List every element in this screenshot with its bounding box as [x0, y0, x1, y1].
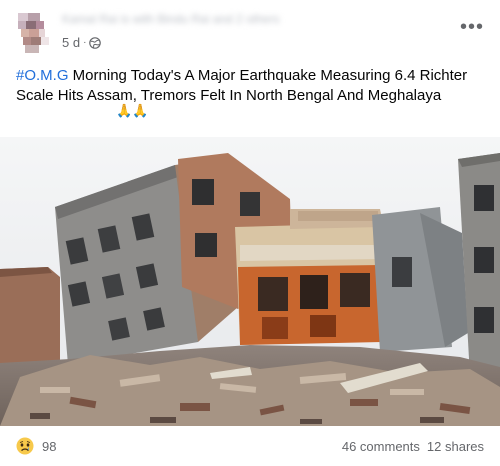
praying-hands-emoji: 🙏🙏 — [116, 103, 149, 118]
globe-icon — [89, 36, 102, 49]
post-photo[interactable] — [0, 137, 500, 426]
shares-count[interactable]: 12 shares — [427, 439, 484, 454]
post-text: #O.M.G Morning Today's A Major Earthquak… — [16, 66, 486, 106]
engagement-counts: 46 comments 12 shares — [342, 439, 484, 454]
separator: · — [83, 37, 87, 48]
comments-count[interactable]: 46 comments — [342, 439, 420, 454]
post-time[interactable]: 5 d — [62, 35, 80, 50]
sad-reaction-icon — [16, 437, 34, 455]
author-name[interactable]: Kamal Rai is with Bindu Rai and 2 others — [62, 12, 338, 26]
post-header: Kamal Rai is with Bindu Rai and 2 others… — [0, 0, 500, 58]
avatar[interactable] — [13, 13, 53, 53]
reaction-count: 98 — [42, 438, 57, 454]
post-meta: 5 d · — [62, 35, 102, 50]
reactions-summary[interactable]: 98 — [16, 437, 56, 455]
hashtag-link[interactable]: #O.M.G — [16, 67, 69, 84]
post-footer: 98 46 comments 12 shares — [0, 426, 500, 466]
post-body: Morning Today's A Major Earthquake Measu… — [16, 67, 468, 104]
more-options-icon[interactable]: ••• — [460, 17, 484, 37]
